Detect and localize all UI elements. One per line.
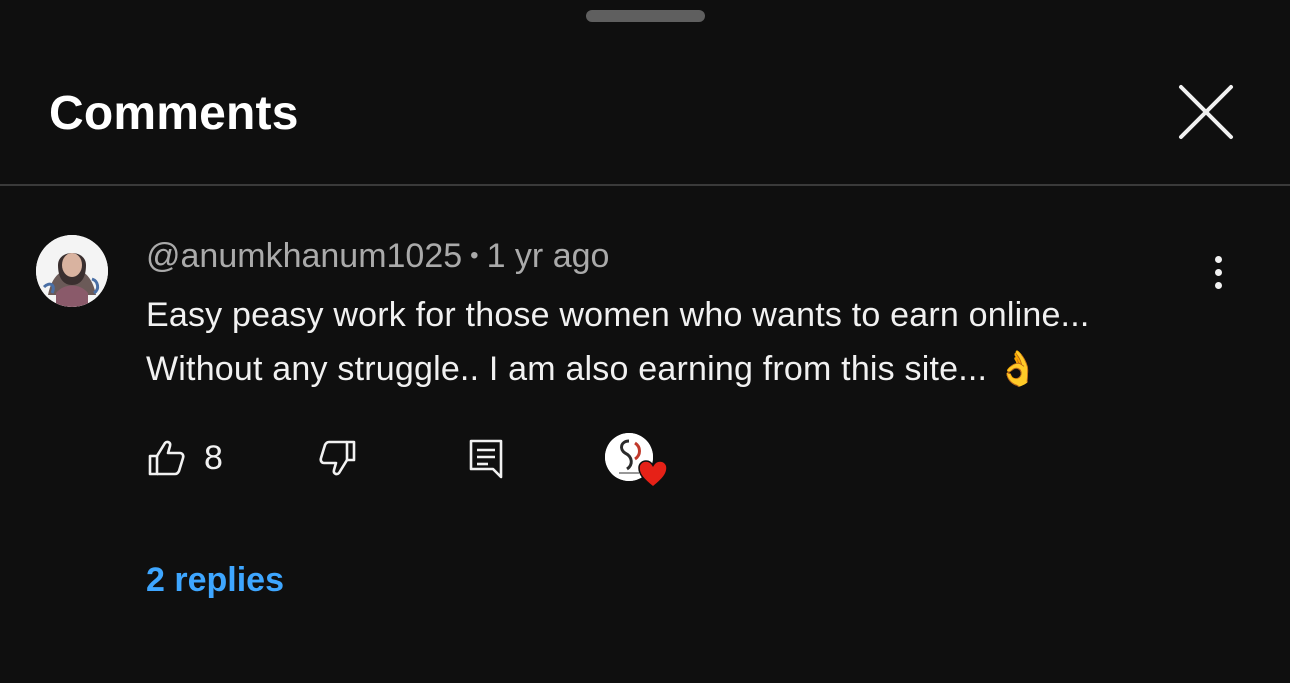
- creator-heart-badge: [605, 433, 669, 493]
- thumb-down-icon: [319, 440, 356, 476]
- close-button[interactable]: [1174, 80, 1238, 144]
- comment-text: Easy peasy work for those women who want…: [146, 296, 1090, 388]
- creator-heart-icon: [638, 460, 668, 488]
- comment-meta: @anumkhanum1025 • 1 yr ago: [146, 236, 609, 280]
- close-icon: [1179, 85, 1233, 139]
- comments-sheet: Comments @anumkhanum1025 • 1 yr ago Easy p…: [0, 0, 1290, 683]
- like-button[interactable]: 8: [146, 436, 223, 480]
- meta-separator: •: [470, 242, 479, 269]
- more-vert-icon: [1214, 255, 1222, 263]
- avatar-image: [36, 235, 108, 307]
- sheet-title: Comments: [49, 87, 299, 140]
- more-vert-dot: [1214, 281, 1222, 289]
- comment-author[interactable]: @anumkhanum1025: [146, 237, 462, 275]
- view-replies-button[interactable]: 2 replies: [146, 558, 284, 602]
- avatar[interactable]: [36, 235, 108, 307]
- comment-time: 1 yr ago: [486, 237, 610, 275]
- comment-reply-icon: [469, 439, 503, 479]
- reply-button[interactable]: [466, 436, 506, 480]
- header-divider: [0, 184, 1290, 186]
- drag-handle[interactable]: [586, 10, 705, 22]
- more-vert-dot: [1214, 268, 1222, 276]
- thumb-up-icon: [148, 440, 185, 476]
- dislike-button[interactable]: [314, 436, 358, 480]
- like-count: 8: [204, 439, 223, 477]
